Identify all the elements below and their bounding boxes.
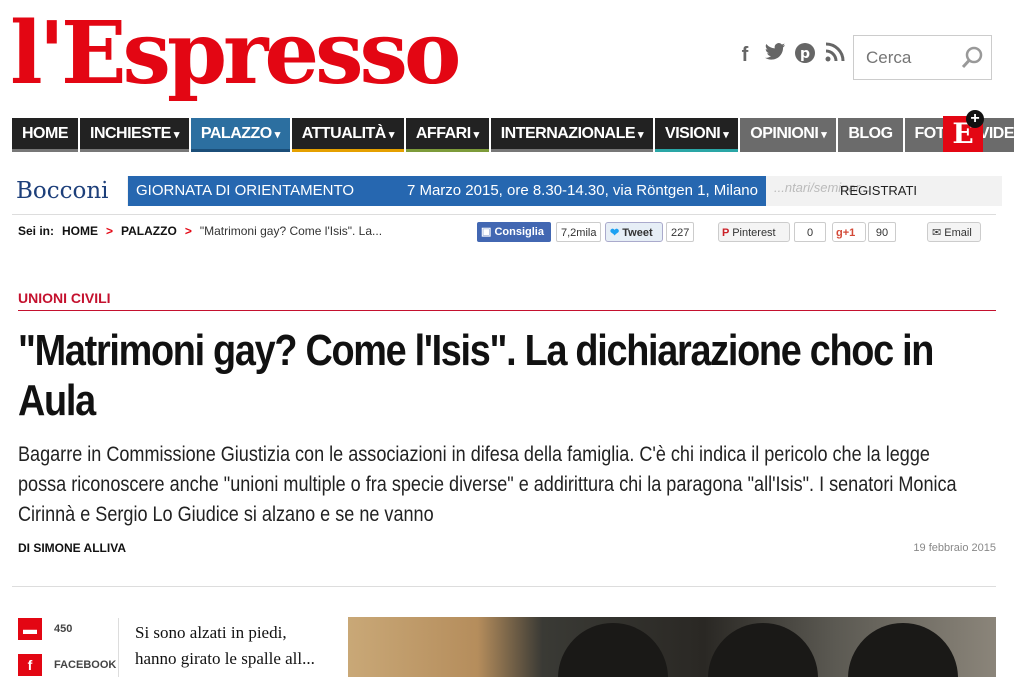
nav-item-palazzo[interactable]: PALAZZO ▾ bbox=[190, 118, 290, 152]
main-nav: HOME INCHIESTE ▾ PALAZZO ▾ ATTUALITÀ ▾ AFFA… bbox=[12, 118, 1014, 152]
comments-count: 450 bbox=[54, 623, 73, 635]
side-divider bbox=[118, 618, 119, 677]
article-date: 19 febbraio 2015 bbox=[913, 542, 996, 554]
chevron-right-icon: > bbox=[106, 224, 114, 238]
plus-icon: + bbox=[966, 110, 984, 128]
facebook-icon[interactable]: f bbox=[734, 42, 756, 68]
email-button[interactable]: ✉ Email bbox=[927, 222, 981, 242]
kicker-divider bbox=[18, 310, 996, 311]
breadcrumb: Sei in: HOME > PALAZZO > "Matrimoni gay?… bbox=[18, 224, 382, 238]
chevron-right-icon: > bbox=[184, 224, 192, 238]
svg-text:p: p bbox=[800, 46, 810, 62]
article-photo[interactable] bbox=[348, 617, 996, 677]
pinterest-icon: P bbox=[722, 227, 733, 239]
chevron-down-icon: ▾ bbox=[723, 129, 729, 141]
photo-arch bbox=[848, 623, 958, 677]
breadcrumb-section[interactable]: PALAZZO bbox=[121, 224, 177, 238]
ad-banner[interactable]: Bocconi GIORNATA DI ORIENTAMENTO 7 Marzo… bbox=[12, 176, 1002, 206]
comment-icon: ▬ bbox=[18, 618, 42, 640]
pinterest-button[interactable]: P Pinterest bbox=[718, 222, 790, 242]
social-links: f p bbox=[734, 42, 846, 68]
twitter-icon[interactable] bbox=[764, 42, 786, 68]
comments-link[interactable]: ▬ 450 bbox=[18, 618, 116, 640]
facebook-icon: f bbox=[18, 654, 42, 676]
ad-left-text: GIORNATA DI ORIENTAMENTO bbox=[136, 182, 355, 199]
nav-item-home[interactable]: HOME bbox=[12, 118, 78, 152]
ad-brand-logo: Bocconi bbox=[12, 176, 127, 206]
facebook-share-link[interactable]: f FACEBOOK bbox=[18, 654, 116, 676]
chevron-down-icon: ▾ bbox=[473, 129, 480, 141]
nav-item-visioni[interactable]: VISIONI ▾ bbox=[655, 118, 739, 152]
article-title: "Matrimoni gay? Come l'Isis". La dichiar… bbox=[18, 326, 934, 425]
pinterest-icon[interactable]: p bbox=[794, 42, 816, 68]
nav-item-internazionale[interactable]: INTERNAZIONALE ▾ bbox=[490, 118, 654, 152]
gplus-count: 90 bbox=[868, 222, 896, 242]
article-lead: Bagarre in Commissione Giustizia con le … bbox=[18, 443, 957, 526]
divider bbox=[12, 214, 996, 215]
nav-item-blog[interactable]: BLOG bbox=[838, 118, 903, 152]
nav-item-opinioni[interactable]: OPINIONI ▾ bbox=[740, 118, 837, 152]
pinterest-count: 0 bbox=[794, 222, 826, 242]
ad-register-button[interactable]: REGISTRATI bbox=[840, 176, 917, 206]
article-side-tools: ▬ 450 f FACEBOOK bbox=[18, 618, 116, 677]
chevron-down-icon: ▾ bbox=[388, 129, 395, 141]
facebook-share-label: FACEBOOK bbox=[54, 659, 117, 671]
breadcrumb-prefix: Sei in: bbox=[18, 224, 55, 238]
mail-icon: ✉ bbox=[932, 227, 945, 239]
article-kicker[interactable]: UNIONI CIVILI bbox=[18, 290, 111, 306]
rss-icon[interactable] bbox=[824, 42, 846, 68]
facebook-like-button[interactable]: ▣ Consiglia bbox=[477, 222, 551, 242]
ad-right-text: 7 Marzo 2015, ore 8.30-14.30, via Röntge… bbox=[406, 182, 758, 199]
article-body: Si sono alzati in piedi, hanno girato le… bbox=[135, 623, 315, 668]
nav-item-attualita[interactable]: ATTUALITÀ ▾ bbox=[291, 118, 404, 152]
site-logo[interactable]: l'Espresso bbox=[10, 6, 461, 102]
chevron-down-icon: ▾ bbox=[173, 129, 180, 141]
chevron-down-icon: ▾ bbox=[638, 129, 644, 141]
article-author[interactable]: DI SIMONE ALLIVA bbox=[18, 541, 126, 555]
nav-item-inchieste[interactable]: INCHIESTE ▾ bbox=[80, 118, 189, 152]
photo-arch bbox=[708, 623, 818, 677]
gplus-button[interactable]: g+1 bbox=[832, 222, 866, 242]
photo-arch bbox=[558, 623, 668, 677]
chevron-down-icon: ▾ bbox=[274, 129, 281, 141]
chevron-down-icon: ▾ bbox=[821, 129, 827, 141]
breadcrumb-current: "Matrimoni gay? Come l'Isis". La... bbox=[199, 224, 383, 238]
facebook-icon: ▣ bbox=[481, 226, 495, 238]
nav-item-affari[interactable]: AFFARI ▾ bbox=[405, 118, 489, 152]
tweet-button[interactable]: ❤ Tweet bbox=[605, 222, 663, 242]
facebook-count: 7,2mila bbox=[556, 222, 602, 242]
tweet-count: 227 bbox=[666, 222, 695, 242]
divider bbox=[12, 586, 996, 587]
search-input[interactable] bbox=[854, 36, 954, 79]
ad-bar: GIORNATA DI ORIENTAMENTO 7 Marzo 2015, o… bbox=[128, 176, 766, 206]
search-box bbox=[853, 35, 992, 80]
search-icon[interactable] bbox=[961, 46, 983, 70]
twitter-icon: ❤ bbox=[610, 227, 623, 239]
breadcrumb-home[interactable]: HOME bbox=[62, 224, 98, 238]
